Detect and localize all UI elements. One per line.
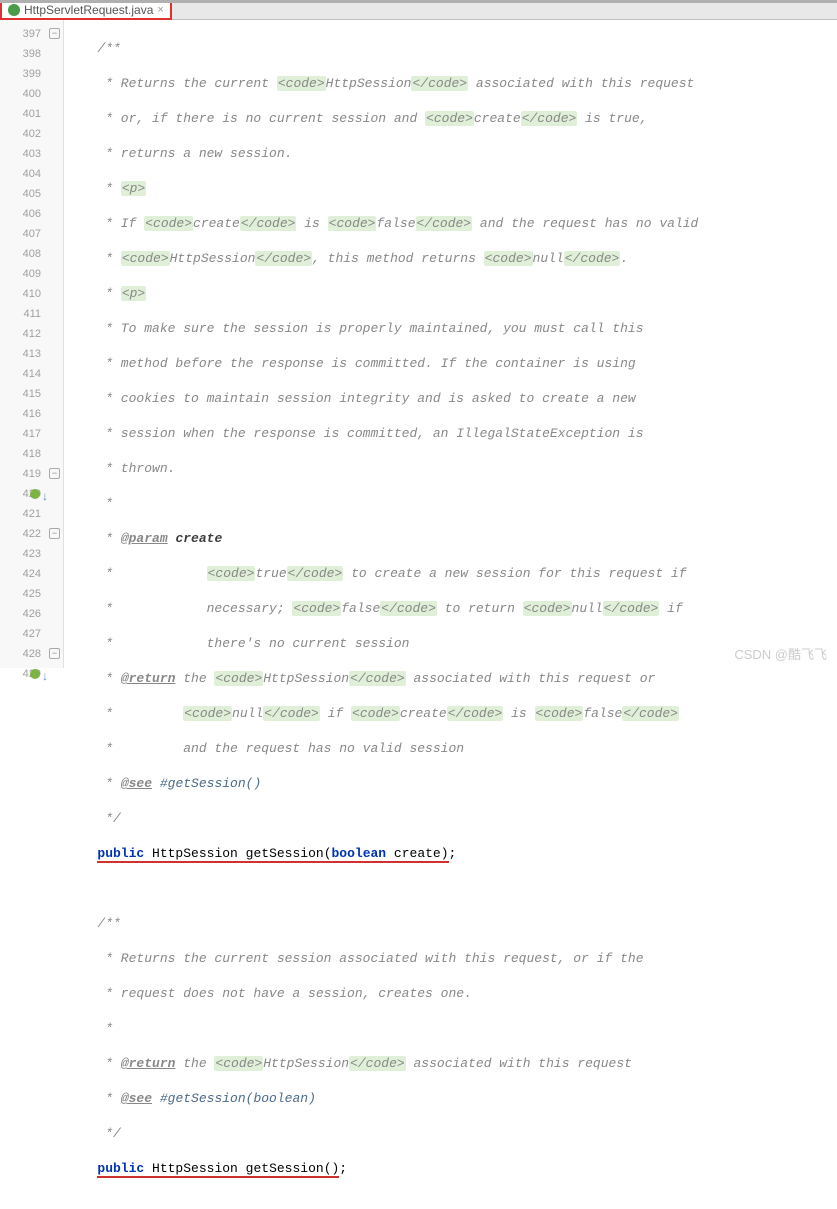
javadoc-line: /** xyxy=(74,914,837,934)
javadoc-line: /** xyxy=(74,39,837,59)
javadoc-line: * @see #getSession(boolean) xyxy=(74,1089,837,1109)
line-number: ↓420 xyxy=(0,484,63,504)
fold-icon[interactable]: − xyxy=(49,28,60,39)
line-number: 424 xyxy=(0,564,63,584)
javadoc-line: * @param create xyxy=(74,529,837,549)
javadoc-line: * <code>HttpSession</code>, this method … xyxy=(74,249,837,269)
javadoc-line: * To make sure the session is properly m… xyxy=(74,319,837,339)
javadoc-line: * @return the <code>HttpSession</code> a… xyxy=(74,669,837,689)
line-number: 414 xyxy=(0,364,63,384)
javadoc-line: * there's no current session xyxy=(74,634,837,654)
javadoc-line: * xyxy=(74,1019,837,1039)
line-number: 425 xyxy=(0,584,63,604)
gutter-marker-icon xyxy=(30,489,40,499)
tab-filename: HttpServletRequest.java xyxy=(24,3,153,17)
line-number: 411 xyxy=(0,304,63,324)
javadoc-line: * <code>true</code> to create a new sess… xyxy=(74,564,837,584)
gutter-marker-icon xyxy=(30,669,40,679)
editor: 397− 398 399 400 401 402 403 404 405 406… xyxy=(0,20,837,668)
code-area[interactable]: /** * Returns the current <code>HttpSess… xyxy=(64,20,837,668)
override-arrow-icon: ↓ xyxy=(42,666,48,686)
javadoc-line: * Returns the current <code>HttpSession<… xyxy=(74,74,837,94)
line-number: 421 xyxy=(0,504,63,524)
line-number: ↓429 xyxy=(0,664,63,684)
javadoc-line: * <p> xyxy=(74,179,837,199)
fold-icon[interactable]: − xyxy=(49,468,60,479)
line-number: 426 xyxy=(0,604,63,624)
line-number: 413 xyxy=(0,344,63,364)
line-number: 403 xyxy=(0,144,63,164)
line-number: 428− xyxy=(0,644,63,664)
line-number: 405 xyxy=(0,184,63,204)
line-number: 401 xyxy=(0,104,63,124)
line-number: 398 xyxy=(0,44,63,64)
javadoc-line: * @return the <code>HttpSession</code> a… xyxy=(74,1054,837,1074)
blank-line xyxy=(74,879,837,899)
javadoc-line: */ xyxy=(74,1124,837,1144)
line-number: 416 xyxy=(0,404,63,424)
close-icon[interactable]: × xyxy=(157,4,163,16)
javadoc-line: * <code>null</code> if <code>create</cod… xyxy=(74,704,837,724)
javadoc-line: * method before the response is committe… xyxy=(74,354,837,374)
javadoc-line: * or, if there is no current session and… xyxy=(74,109,837,129)
line-number: 408 xyxy=(0,244,63,264)
gutter: 397− 398 399 400 401 402 403 404 405 406… xyxy=(0,20,64,668)
line-number: 399 xyxy=(0,64,63,84)
line-number: 412 xyxy=(0,324,63,344)
javadoc-line: * necessary; <code>false</code> to retur… xyxy=(74,599,837,619)
javadoc-line: * Returns the current session associated… xyxy=(74,949,837,969)
line-number: 409 xyxy=(0,264,63,284)
override-arrow-icon: ↓ xyxy=(42,486,48,506)
fold-icon[interactable]: − xyxy=(49,528,60,539)
javadoc-line: * thrown. xyxy=(74,459,837,479)
line-number: 410 xyxy=(0,284,63,304)
line-number: 422− xyxy=(0,524,63,544)
line-number: 406 xyxy=(0,204,63,224)
javadoc-line: * session when the response is committed… xyxy=(74,424,837,444)
line-number: 402 xyxy=(0,124,63,144)
javadoc-line: * cookies to maintain session integrity … xyxy=(74,389,837,409)
method-signature: public HttpSession getSession(); xyxy=(74,1159,837,1179)
javadoc-line: * <p> xyxy=(74,284,837,304)
line-number: 415 xyxy=(0,384,63,404)
javadoc-line: * If <code>create</code> is <code>false<… xyxy=(74,214,837,234)
line-number: 427 xyxy=(0,624,63,644)
javadoc-line: * and the request has no valid session xyxy=(74,739,837,759)
javadoc-line: * xyxy=(74,494,837,514)
line-number: 419− xyxy=(0,464,63,484)
watermark: CSDN @酷飞飞 xyxy=(734,644,827,663)
line-number: 400 xyxy=(0,84,63,104)
line-number: 404 xyxy=(0,164,63,184)
javadoc-line: */ xyxy=(74,809,837,829)
tab-bar: HttpServletRequest.java × xyxy=(0,0,837,20)
line-number: 407 xyxy=(0,224,63,244)
line-number: 423 xyxy=(0,544,63,564)
fold-icon[interactable]: − xyxy=(49,648,60,659)
javadoc-line: * request does not have a session, creat… xyxy=(74,984,837,1004)
line-number: 397− xyxy=(0,24,63,44)
javadoc-line: * @see #getSession() xyxy=(74,774,837,794)
java-file-icon xyxy=(8,4,20,16)
line-number: 417 xyxy=(0,424,63,444)
method-signature: public HttpSession getSession(boolean cr… xyxy=(74,844,837,864)
line-number: 418 xyxy=(0,444,63,464)
javadoc-line: * returns a new session. xyxy=(74,144,837,164)
